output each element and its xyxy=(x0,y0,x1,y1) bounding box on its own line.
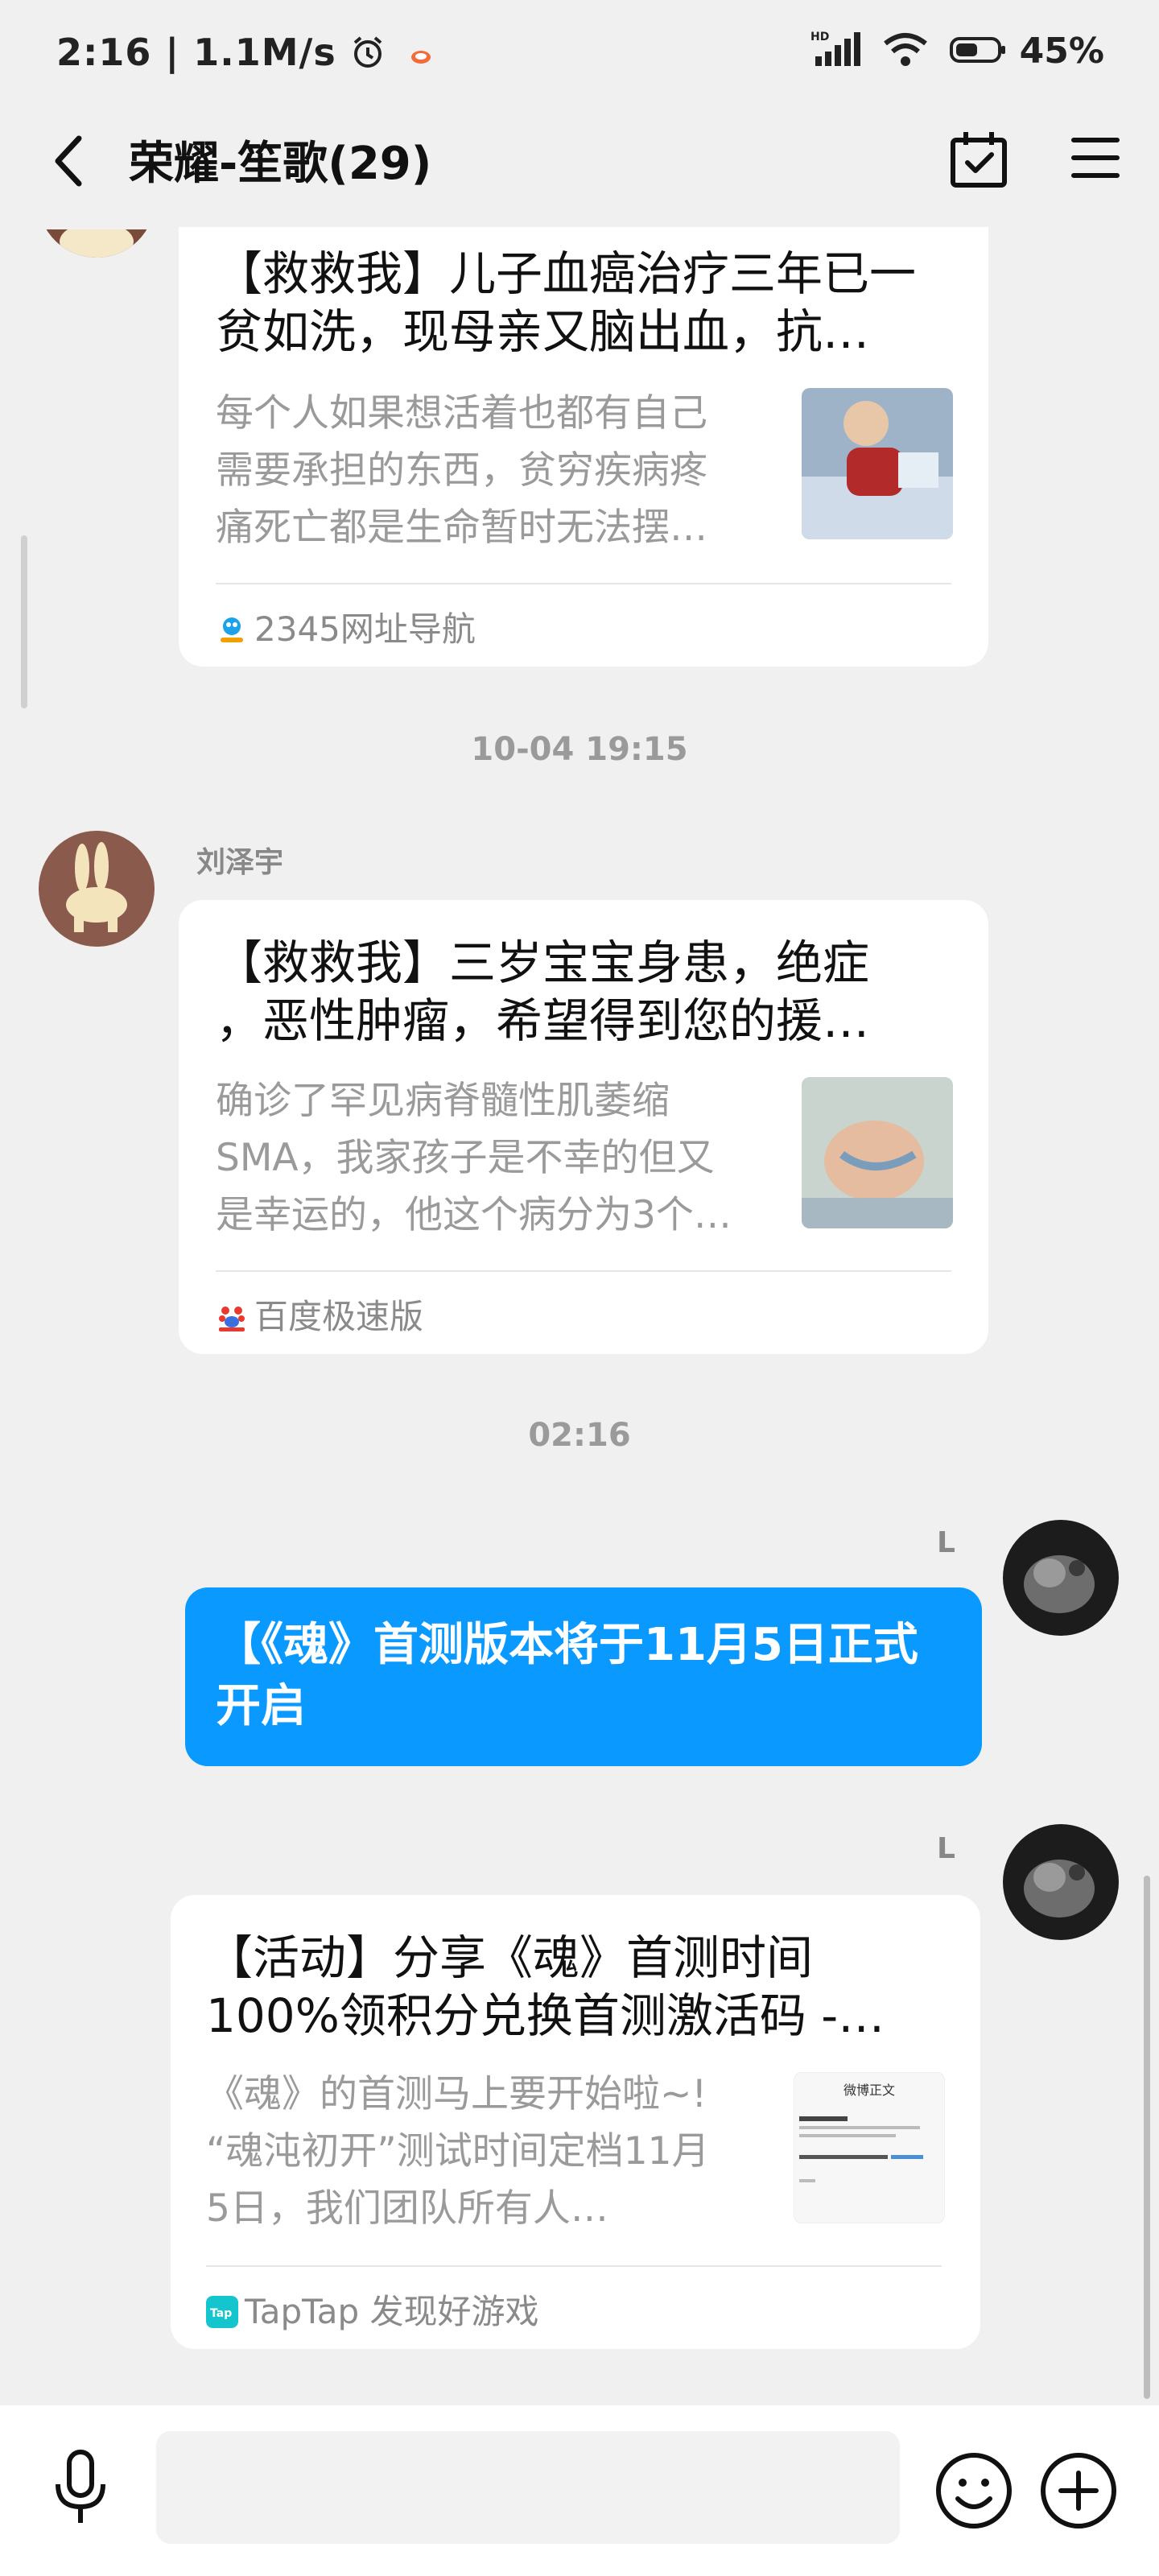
back-icon[interactable] xyxy=(47,129,95,193)
message-timestamp: 02:16 xyxy=(528,1417,631,1454)
link-card-thumbnail: 微博正文 xyxy=(794,2072,945,2223)
message-text: 开启 xyxy=(216,1680,306,1732)
link-card[interactable]: 【救救我】儿子血癌治疗三年已一 贫如洗，现母亲又脑出血，抗… 每个人如果想活着也… xyxy=(179,227,988,667)
link-card-divider xyxy=(216,1270,951,1272)
message-input[interactable] xyxy=(156,2431,900,2544)
link-card-description: 确诊了罕见病脊髓性肌萎缩 SMA，我家孩子是不幸的但又 是幸运的，他这个病分为3… xyxy=(216,1079,732,1237)
source-app-icon xyxy=(216,613,248,646)
status-bar: 2:16 | 1.1M/s HD 45% xyxy=(0,0,1159,105)
signal-icon: HD xyxy=(810,31,860,66)
alarm-icon xyxy=(353,36,382,68)
battery-icon xyxy=(950,37,1006,63)
link-card-source: 2345网址导航 xyxy=(216,602,476,651)
link-card-source: Tap TapTap 发现好游戏 xyxy=(206,2285,539,2334)
message-bubble[interactable]: 【《魂》首测版本将于11月5日正式 开启 xyxy=(185,1587,982,1766)
link-card-source: 百度极速版 xyxy=(216,1290,423,1339)
battery-level: 45% xyxy=(1019,31,1104,72)
app-notification-icon xyxy=(410,51,431,64)
svg-text:Tap: Tap xyxy=(210,2307,232,2320)
link-card-divider xyxy=(216,583,951,584)
svg-text:HD: HD xyxy=(810,31,829,43)
link-card-description: 《魂》的首测马上要开始啦~! “魂沌初开”测试时间定档11月 5日，我们团队所有… xyxy=(206,2072,710,2231)
status-time: 2:16 | 1.1M/s xyxy=(56,31,435,74)
sender-name: 刘泽宇 xyxy=(196,846,284,879)
link-card[interactable]: 【救救我】三岁宝宝身患，绝症 ，恶性肿瘤，希望得到您的援… 确诊了罕见病脊髓性肌… xyxy=(179,900,988,1354)
link-card-title: 【救救我】儿子血癌治疗三年已一 贫如洗，现母亲又脑出血，抗… xyxy=(216,246,917,359)
message-timestamp: 10-04 19:15 xyxy=(471,731,688,768)
chat-title[interactable]: 荣耀-笙歌(29) xyxy=(129,127,431,192)
scroll-indicator-left xyxy=(21,535,27,708)
calendar-check-icon[interactable] xyxy=(948,129,1009,190)
thumbnail-caption: 微博正文 xyxy=(843,2083,895,2098)
link-card-title: 【救救我】三岁宝宝身患，绝症 ，恶性肿瘤，希望得到您的援… xyxy=(216,935,870,1048)
microphone-icon[interactable] xyxy=(48,2447,113,2528)
message-text: 【《魂》首测版本将于11月5日正式 xyxy=(216,1619,918,1671)
scrollbar[interactable] xyxy=(1144,1876,1150,2399)
avatar[interactable] xyxy=(1003,1520,1119,1636)
link-card-title: 【活动】分享《魂》首测时间 100%领积分兑换首测激活码 -… xyxy=(206,1930,885,2043)
status-indicators: HD 45% xyxy=(810,31,1104,72)
plus-icon[interactable] xyxy=(1038,2450,1119,2531)
link-card-description: 每个人如果想活着也都有自己 需要承担的东西，贫穷疾病疼 痛死亡都是生命暂时无法摆… xyxy=(216,391,707,550)
link-card-thumbnail xyxy=(802,388,953,539)
source-app-icon xyxy=(216,1301,248,1333)
avatar[interactable] xyxy=(39,831,155,947)
menu-icon[interactable] xyxy=(1070,134,1120,182)
wifi-icon xyxy=(884,33,927,66)
sender-name: L xyxy=(937,1526,955,1559)
link-card-divider xyxy=(206,2265,942,2267)
link-card[interactable]: 【活动】分享《魂》首测时间 100%领积分兑换首测激活码 -… 《魂》的首测马上… xyxy=(171,1895,980,2349)
avatar[interactable] xyxy=(1003,1824,1119,1940)
link-card-thumbnail xyxy=(802,1077,953,1228)
emoji-icon[interactable] xyxy=(934,2450,1014,2531)
sender-name: L xyxy=(937,1832,955,1865)
taptap-icon: Tap xyxy=(206,2296,238,2328)
